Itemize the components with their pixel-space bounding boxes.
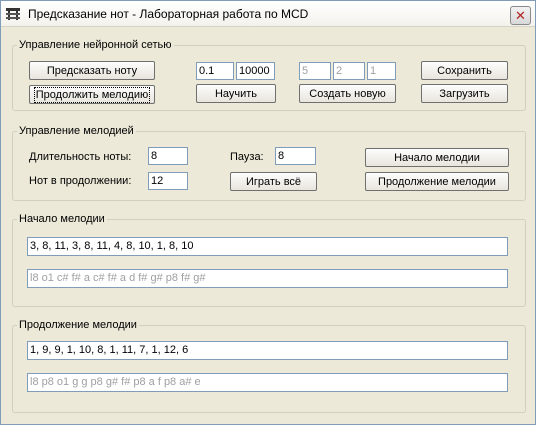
duration-field[interactable]: 8: [148, 147, 188, 165]
note-count-label: Нот в продолжении:: [29, 175, 132, 187]
layer3-field: 1: [367, 62, 396, 80]
close-button[interactable]: ✕: [510, 6, 531, 25]
layer1-field: 5: [299, 62, 331, 80]
create-new-button[interactable]: Создать новую: [299, 84, 396, 103]
melody-continuation-group: Продолжение мелодии: [12, 319, 526, 413]
duration-label: Длительность ноты:: [29, 151, 132, 163]
title-bar: Предсказание нот - Лабораторная работа п…: [1, 1, 535, 27]
train-button[interactable]: Научить: [196, 84, 276, 103]
melody-control-group-title: Управление мелодией: [17, 125, 136, 138]
pause-field[interactable]: 8: [275, 147, 316, 165]
load-button[interactable]: Загрузить: [421, 84, 508, 103]
layer2-field: 2: [333, 62, 365, 80]
continuation-notes-field: l8 p8 o1 g g p8 g# f# p8 a f p8 a# e: [27, 373, 508, 392]
pause-label: Пауза:: [230, 151, 264, 163]
melody-start-group-title: Начало мелодии: [17, 213, 107, 226]
continuation-numbers-field[interactable]: 1, 9, 9, 1, 10, 8, 1, 11, 7, 1, 12, 6: [27, 341, 508, 360]
app-icon: [6, 8, 20, 20]
save-button[interactable]: Сохранить: [421, 61, 508, 80]
learning-rate-field[interactable]: 0.1: [196, 62, 234, 80]
predict-note-button[interactable]: Предсказать ноту: [29, 61, 155, 80]
neural-network-group-title: Управление нейронной сетью: [17, 39, 174, 52]
close-icon: ✕: [515, 8, 526, 23]
window-title: Предсказание нот - Лабораторная работа п…: [28, 7, 309, 21]
play-continuation-button[interactable]: Продолжение мелодии: [365, 172, 509, 191]
melody-continuation-group-title: Продолжение мелодии: [17, 319, 139, 332]
play-start-button[interactable]: Начало мелодии: [365, 148, 509, 167]
note-count-field[interactable]: 12: [148, 172, 188, 190]
melody-start-numbers-field[interactable]: 3, 8, 11, 3, 8, 11, 4, 8, 10, 1, 8, 10: [27, 237, 508, 256]
main-window: Предсказание нот - Лабораторная работа п…: [0, 0, 536, 425]
continue-melody-button[interactable]: Продолжить мелодию: [29, 85, 155, 104]
melody-start-notes-field: l8 o1 c# f# a c# f# a d f# g# p8 f# g#: [27, 269, 508, 288]
play-all-button[interactable]: Играть всё: [230, 172, 317, 191]
iterations-field[interactable]: 10000: [236, 62, 275, 80]
melody-start-group: Начало мелодии: [12, 213, 526, 307]
